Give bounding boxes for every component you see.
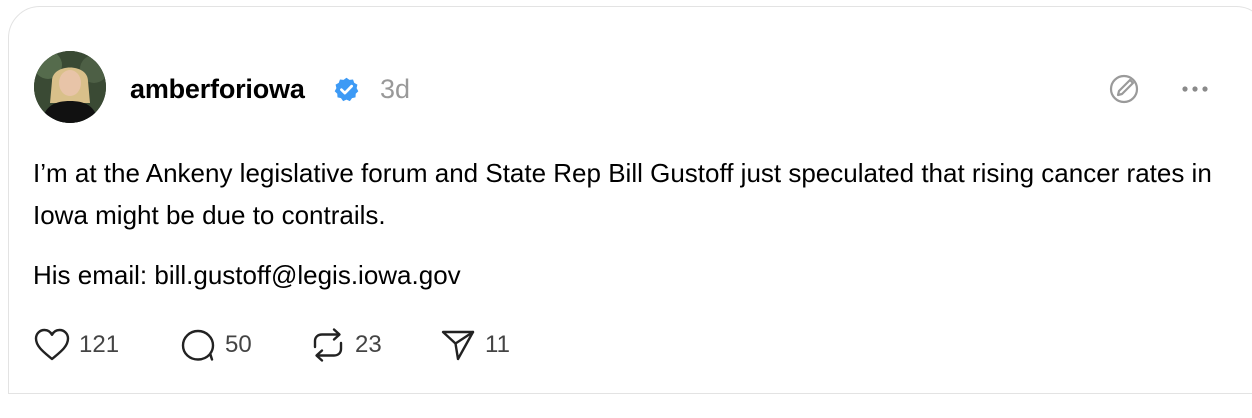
share-button[interactable]: 11 <box>439 322 519 368</box>
like-count: 121 <box>79 331 120 358</box>
edit-button[interactable] <box>1103 68 1145 110</box>
reply-button[interactable]: 50 <box>179 322 309 368</box>
reply-count: 50 <box>225 331 252 358</box>
verified-badge-icon <box>334 77 359 102</box>
send-icon <box>441 330 475 361</box>
like-button[interactable]: 121 <box>33 322 179 368</box>
post-actions: 121 50 23 11 <box>33 322 519 368</box>
comment-icon <box>181 329 215 361</box>
share-count: 11 <box>485 331 510 358</box>
heart-icon <box>34 328 70 361</box>
post-timestamp[interactable]: 3d <box>380 71 410 107</box>
edit-icon <box>1109 74 1139 104</box>
avatar-photo <box>34 51 106 123</box>
repost-icon <box>313 328 343 362</box>
repost-button[interactable]: 23 <box>309 322 439 368</box>
repost-count: 23 <box>355 331 382 358</box>
more-options-button[interactable] <box>1174 68 1216 110</box>
post-body-paragraph: I’m at the Ankeny legislative forum and … <box>33 158 1212 230</box>
author-username[interactable]: amberforiowa <box>130 71 305 107</box>
avatar[interactable] <box>34 51 106 123</box>
more-icon <box>1182 86 1208 92</box>
post-body-paragraph: His email: bill.gustoff@legis.iowa.gov <box>33 260 461 290</box>
